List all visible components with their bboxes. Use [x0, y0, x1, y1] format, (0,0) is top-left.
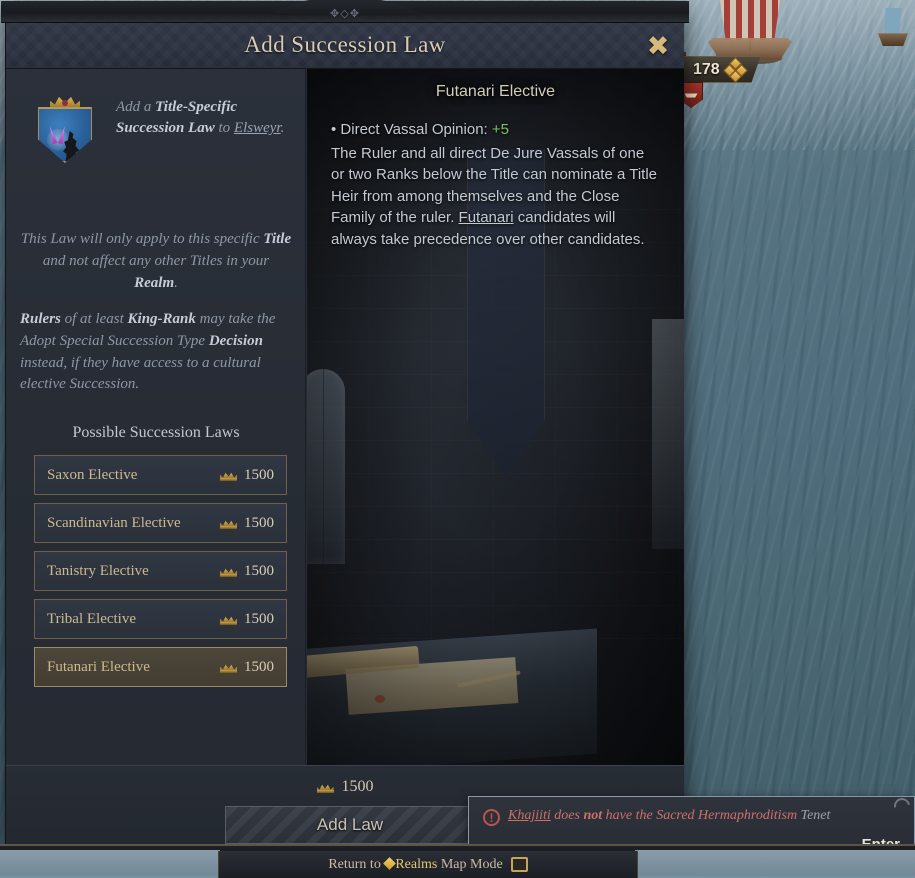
window-top-ornament: ✥◇✥ — [1, 1, 689, 23]
law-cost: 1500 — [220, 515, 274, 532]
p2-part2: and not affect any other Titles in your — [43, 253, 269, 269]
left-panel: Add a Title-Specific Succession Law to E… — [6, 69, 306, 765]
return-prefix: Return to — [328, 857, 384, 872]
law-list-item-scandinavian[interactable]: Scandinavian Elective 1500 — [34, 503, 287, 543]
dialog-body: Add a Title-Specific Succession Law to E… — [6, 69, 684, 765]
p3-bold-rulers: Rulers — [20, 311, 61, 327]
small-boat-sail — [884, 8, 902, 34]
culture-link-futanari[interactable]: Futanari — [459, 209, 514, 226]
coa-crown-jewel — [62, 100, 68, 106]
ship-sail — [718, 0, 782, 40]
p3-bold-king-rank: King-Rank — [128, 311, 196, 327]
game-bottom-bar: Return to Realms Map Mode — [0, 844, 915, 876]
coat-of-arms-icon[interactable] — [37, 95, 93, 163]
error-text-1: does — [551, 808, 584, 823]
law-scope-paragraph: This Law will only apply to this specifi… — [20, 229, 292, 294]
error-tenet-word: Tenet — [801, 808, 831, 823]
small-boat-hull — [878, 32, 908, 46]
detail-title: Futanari Elective — [331, 83, 660, 101]
possible-laws-heading: Possible Succession Laws — [6, 424, 306, 442]
law-cost: 1500 — [220, 563, 274, 580]
law-list-item-tanistry[interactable]: Tanistry Elective 1500 — [34, 551, 287, 591]
intro-lead: Add a — [116, 99, 155, 115]
law-cost: 1500 — [220, 611, 274, 628]
law-name: Tribal Elective — [47, 611, 220, 628]
return-highlight: Realms — [395, 857, 437, 872]
add-law-button[interactable]: Add Law — [225, 806, 475, 844]
add-law-button-label: Add Law — [317, 815, 383, 835]
unit-count-label: 178 — [693, 61, 720, 79]
p3-part1: of at least — [61, 311, 128, 327]
return-suffix: Map Mode — [437, 857, 502, 872]
close-icon[interactable]: ✖ — [642, 31, 674, 61]
title-summary-row: Add a Title-Specific Succession Law to E… — [20, 81, 292, 181]
total-cost-display: 1500 — [6, 778, 684, 796]
error-message: Khajiiti does not have the Sacred Hermap… — [508, 807, 830, 825]
law-list-item-saxon[interactable]: Saxon Elective 1500 — [34, 455, 287, 495]
p2-part3: . — [174, 275, 178, 291]
prestige-crown-icon — [220, 661, 237, 673]
prestige-crown-icon — [220, 469, 237, 481]
law-list-item-futanari[interactable]: Futanari Elective 1500 — [34, 647, 287, 687]
intro-tail: . — [281, 120, 285, 136]
unit-counter-plate[interactable]: 178 — [683, 56, 761, 83]
return-to-realms-map-mode-button[interactable]: Return to Realms Map Mode — [218, 851, 638, 878]
book-icon — [511, 857, 528, 872]
intro-mid: to — [215, 120, 234, 136]
ornament-glyph-icon: ✥◇✥ — [330, 7, 360, 20]
boat-icon — [685, 89, 698, 98]
small-boat-unit[interactable] — [876, 8, 910, 54]
law-cost-amount: 1500 — [244, 563, 274, 580]
prestige-crown-icon — [220, 613, 237, 625]
p3-bold-decision: Decision — [209, 333, 263, 349]
coa-shield — [37, 107, 93, 163]
intro-text: Add a Title-Specific Succession Law to E… — [116, 97, 306, 140]
add-succession-law-dialog: ✥◇✥ Add Succession Law ✖ — [5, 4, 683, 852]
faith-link-khajiiti[interactable]: Khajiiti — [508, 808, 551, 823]
law-name: Tanistry Elective — [47, 563, 220, 580]
levy-diamonds-icon — [725, 60, 747, 80]
prestige-crown-icon — [220, 565, 237, 577]
law-cost: 1500 — [220, 659, 274, 676]
p2-bold-realm: Realm — [134, 275, 174, 291]
law-list-item-tribal[interactable]: Tribal Elective 1500 — [34, 599, 287, 639]
p2-bold-title: Title — [263, 231, 291, 247]
error-bold-not: not — [583, 808, 602, 823]
army-unit-counter[interactable]: 178 — [683, 56, 761, 83]
law-cost-amount: 1500 — [244, 515, 274, 532]
title-link-elsweyr[interactable]: Elsweyr — [234, 120, 281, 136]
law-name: Saxon Elective — [47, 467, 220, 484]
error-text-2: have the Sacred Hermaphroditism — [602, 808, 800, 823]
p3-part3: instead, if they have access to a cultur… — [20, 355, 261, 393]
alert-exclamation-icon: ! — [483, 809, 500, 826]
modifier-value: +5 — [492, 121, 509, 138]
succession-law-list: Saxon Elective 1500 Scandinavian Electiv… — [34, 455, 287, 695]
error-row: ! Khajiiti does not have the Sacred Herm… — [483, 807, 900, 826]
law-cost-amount: 1500 — [244, 659, 274, 676]
law-name: Scandinavian Elective — [47, 515, 220, 532]
law-detail-panel: Futanari Elective • Direct Vassal Opinio… — [307, 69, 684, 765]
law-name: Futanari Elective — [47, 659, 220, 676]
ruler-rank-paragraph: Rulers of at least King-Rank may take th… — [20, 309, 292, 396]
law-detail-content: Futanari Elective • Direct Vassal Opinio… — [307, 69, 684, 251]
prestige-crown-icon — [220, 517, 237, 529]
total-cost-amount: 1500 — [342, 778, 374, 796]
return-button-label: Return to Realms Map Mode — [328, 857, 502, 873]
dialog-title-bar: Add Succession Law ✖ — [6, 23, 684, 69]
law-cost-amount: 1500 — [244, 611, 274, 628]
prestige-crown-icon — [317, 781, 334, 793]
law-cost-amount: 1500 — [244, 467, 274, 484]
detail-modifier-line: • Direct Vassal Opinion: +5 — [331, 119, 660, 141]
p2-part1: This Law will only apply to this specifi… — [21, 231, 264, 247]
page-title: Add Succession Law — [6, 32, 684, 58]
coa-moon-charge — [47, 129, 69, 151]
modifier-label: • Direct Vassal Opinion: — [331, 121, 492, 138]
bottom-bar-right-panel — [635, 850, 915, 878]
law-cost: 1500 — [220, 467, 274, 484]
detail-description: • Direct Vassal Opinion: +5 The Ruler an… — [331, 119, 660, 251]
bottom-bar-left-panel — [0, 850, 220, 878]
